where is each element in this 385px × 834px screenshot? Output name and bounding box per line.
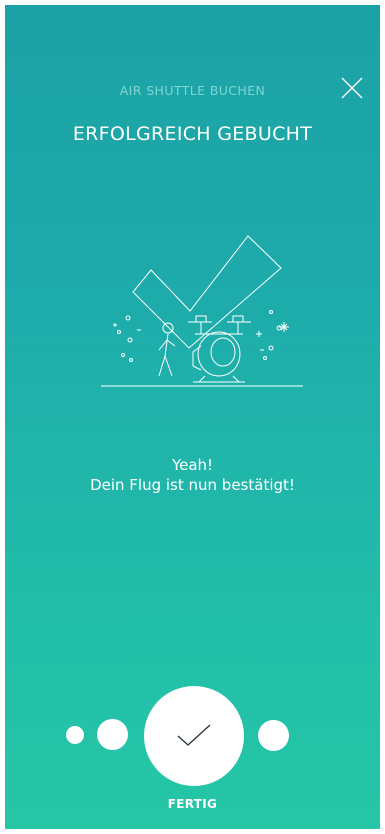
finish-label: FERTIG [167,797,218,811]
finish-button[interactable] [144,686,244,786]
close-icon [341,77,363,99]
progress-dot-2 [97,719,128,750]
booking-success-illustration [101,235,303,387]
page-title: ERFOLGREICH GEBUCHT [72,123,313,145]
progress-dot-1 [66,726,84,744]
booking-success-screen: AIR SHUTTLE BUCHEN ERFOLGREICH GEBUCHT Y… [5,5,380,829]
message-headline: Yeah! [171,456,214,474]
header-subtitle: AIR SHUTTLE BUCHEN [119,83,266,98]
progress-dot-4 [258,720,289,751]
message-text: Dein Flug ist nun bestätigt! [90,476,295,494]
close-button[interactable] [339,75,365,101]
checkmark-icon [177,724,211,746]
confirmation-message: Yeah! Dein Flug ist nun bestätigt! [5,455,380,495]
